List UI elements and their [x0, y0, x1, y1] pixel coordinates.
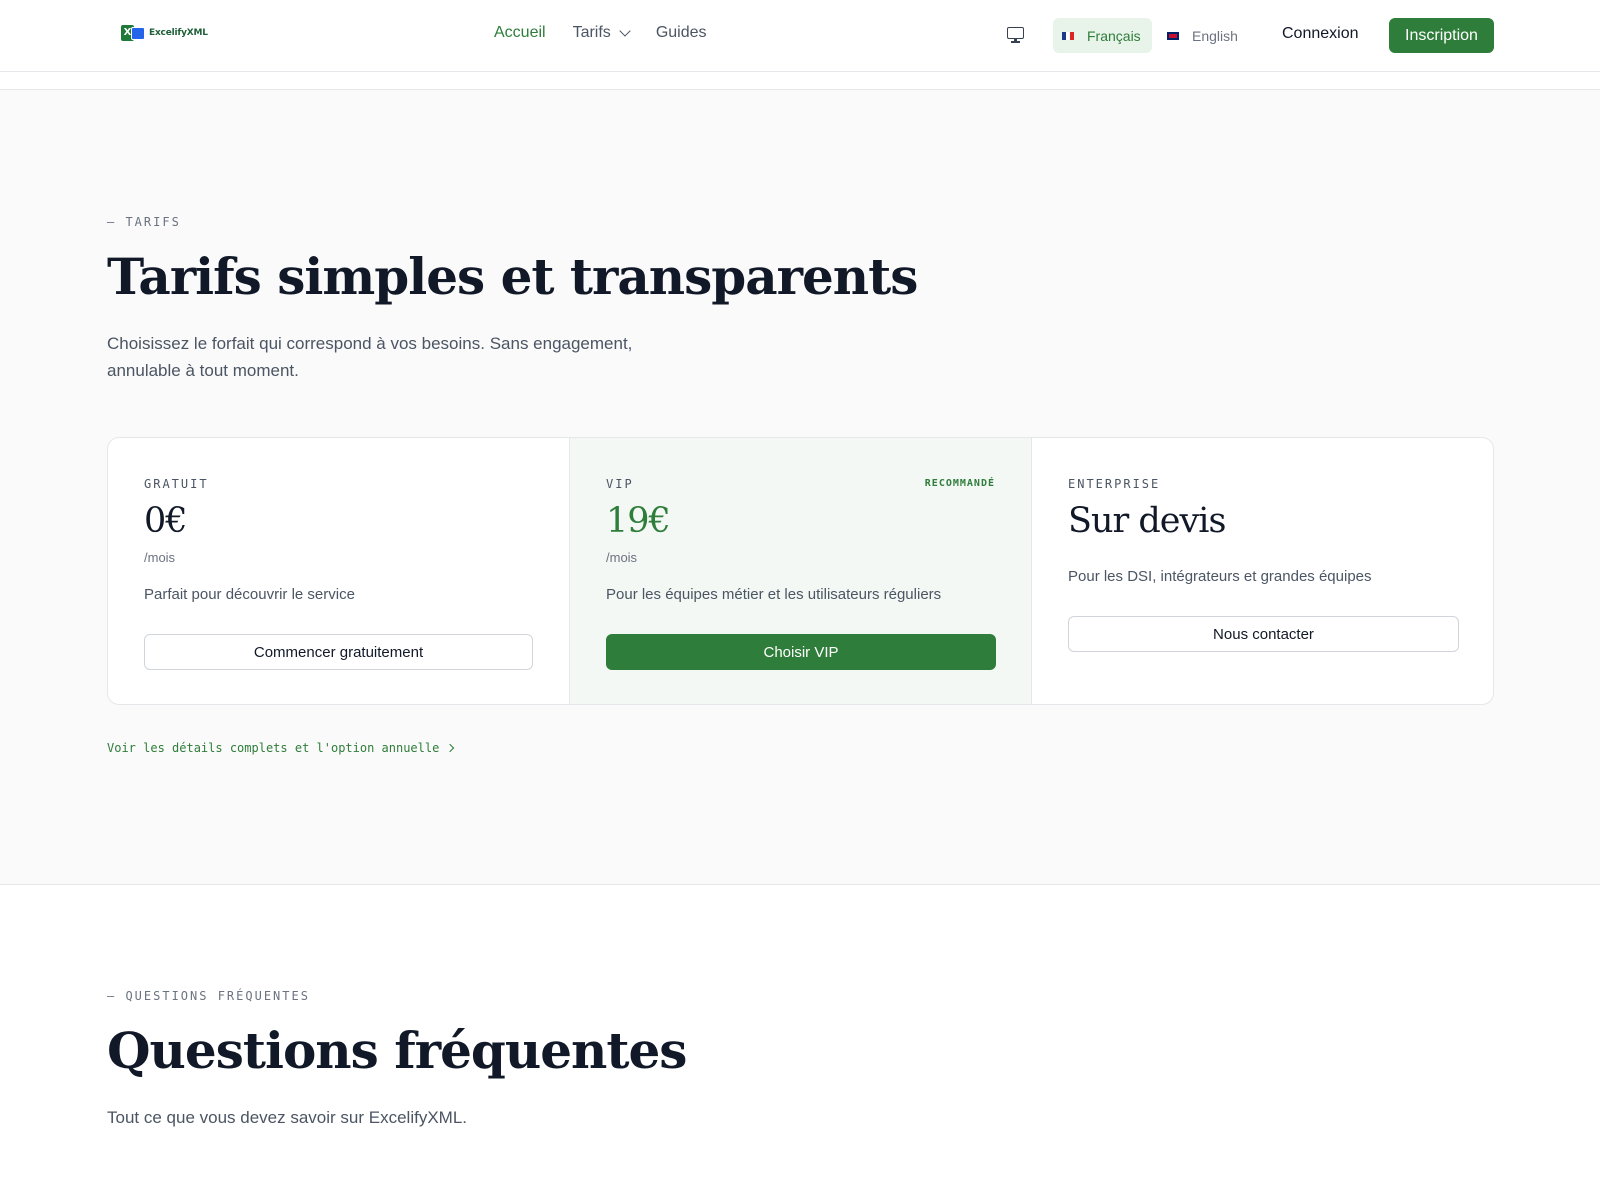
faq-lead: Tout ce que vous devez savoir sur Exceli… [107, 1108, 467, 1127]
flag-fr-icon [1062, 31, 1074, 40]
plan-description: Pour les DSI, intégrateurs et grandes éq… [1068, 568, 1372, 585]
language-label: English [1192, 27, 1238, 44]
nav-link-label: Guides [655, 24, 707, 41]
nav-link-guides[interactable]: Guides [656, 24, 707, 42]
site-header: X ExcelifyXML Accueil Tarifs Guides Fran… [0, 0, 1600, 72]
plan-card-vip: VIP RECOMMANDÉ 19€ /mois Pour les équipe… [570, 438, 1032, 704]
login-link[interactable]: Connexion [1282, 25, 1359, 43]
plan-name: GRATUIT [144, 477, 209, 491]
language-option-francais[interactable]: Français [1053, 18, 1152, 53]
pricing-details-link[interactable]: Voir les détails complets et l'option an… [107, 741, 455, 755]
pricing-lead: Choisissez le forfait qui correspond à v… [107, 330, 632, 384]
plan-period: /mois [606, 550, 638, 565]
pricing-section: — TARIFS Tarifs simples et transparents … [0, 90, 1600, 885]
contact-us-button[interactable]: Nous contacter [1068, 616, 1459, 652]
language-option-english[interactable]: English [1158, 18, 1247, 53]
recommended-badge: RECOMMANDÉ [924, 478, 995, 489]
chevron-right-icon [446, 743, 455, 753]
monitor-icon[interactable] [1007, 27, 1024, 43]
plan-price: Sur devis [1068, 501, 1226, 541]
plan-name: ENTERPRISE [1068, 477, 1161, 491]
excel-logo-icon: X [121, 24, 147, 42]
plan-name: VIP [606, 477, 634, 491]
nav-link-accueil[interactable]: Accueil [494, 24, 546, 42]
language-label: Français [1087, 27, 1141, 44]
nav-link-tarifs[interactable]: Tarifs [572, 24, 631, 42]
plan-period: /mois [144, 550, 176, 565]
faq-section: — QUESTIONS FRÉQUENTES Questions fréquen… [0, 885, 1600, 1200]
flag-uk-icon [1167, 31, 1179, 40]
pricing-details-label: Voir les détails complets et l'option an… [107, 741, 440, 755]
main-nav: Accueil Tarifs Guides [494, 24, 707, 42]
faq-title: Questions fréquentes [107, 1021, 687, 1080]
pricing-lead-line: Choisissez le forfait qui correspond à v… [107, 334, 633, 353]
nav-link-label: Accueil [494, 24, 546, 41]
header-divider [0, 72, 1600, 90]
start-free-button[interactable]: Commencer gratuitement [144, 634, 533, 670]
plan-description: Pour les équipes métier et les utilisate… [606, 586, 942, 603]
plan-card-enterprise: ENTERPRISE Sur devis Pour les DSI, intég… [1032, 438, 1493, 704]
nav-link-label: Tarifs [572, 24, 611, 41]
chevron-down-icon [619, 24, 631, 37]
faq-eyebrow: — QUESTIONS FRÉQUENTES [107, 989, 310, 1003]
plan-price: 19€ [606, 501, 671, 541]
pricing-title: Tarifs simples et transparents [107, 247, 918, 306]
plan-card-gratuit: GRATUIT 0€ /mois Parfait pour découvrir … [108, 438, 570, 704]
logo[interactable]: X ExcelifyXML [121, 24, 208, 42]
pricing-cards: GRATUIT 0€ /mois Parfait pour découvrir … [107, 437, 1494, 705]
choose-vip-button[interactable]: Choisir VIP [606, 634, 996, 670]
pricing-eyebrow: — TARIFS [107, 215, 181, 229]
signup-button[interactable]: Inscription [1389, 18, 1494, 53]
logo-text: ExcelifyXML [149, 28, 208, 38]
plan-price: 0€ [144, 501, 188, 541]
plan-description: Parfait pour découvrir le service [144, 586, 355, 603]
pricing-lead-line: annulable à tout moment. [107, 361, 299, 380]
